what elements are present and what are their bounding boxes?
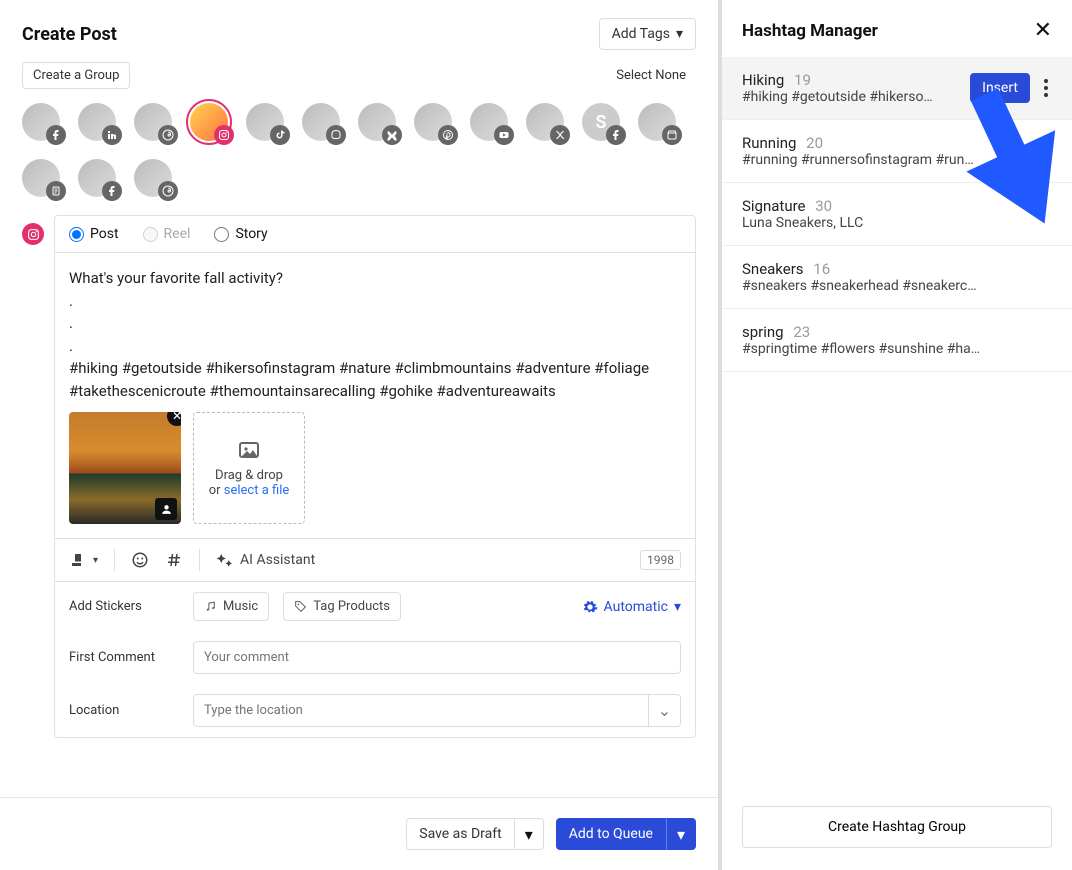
account-gmb[interactable] <box>638 103 676 141</box>
account-threads[interactable] <box>134 103 172 141</box>
automatic-toggle[interactable]: Automatic ▾ <box>582 599 681 615</box>
account-instagram[interactable] <box>190 103 228 141</box>
hashtag-group-signature[interactable]: Signature 30Luna Sneakers, LLC <box>722 183 1072 246</box>
account-pinterest[interactable] <box>414 103 452 141</box>
hashtag-group-sneakers[interactable]: Sneakers 16#sneakers #sneakerhead #sneak… <box>722 246 1072 309</box>
stickers-label: Add Stickers <box>69 599 179 614</box>
tag-people-icon[interactable] <box>155 498 177 520</box>
image-icon <box>237 438 261 462</box>
account-threads[interactable] <box>134 159 172 197</box>
hashtag-group-running[interactable]: Running 20#running #runnersofinstagram #… <box>722 120 1072 183</box>
location-label: Location <box>69 703 179 718</box>
page-icon <box>46 181 66 201</box>
instagram-icon <box>214 125 234 145</box>
mastodon-icon <box>326 125 346 145</box>
chevron-down-icon: ▾ <box>674 599 681 615</box>
emoji-button[interactable] <box>131 551 149 569</box>
threads-icon <box>158 181 178 201</box>
hashtag-manager-title: Hashtag Manager <box>742 21 878 41</box>
hashtag-group-hiking[interactable]: Hiking 19#hiking #getoutside #hikerso…In… <box>722 57 1072 120</box>
tag-products-chip[interactable]: Tag Products <box>283 592 401 621</box>
post-type-tabs: Post Reel Story <box>55 216 695 253</box>
post-type-story[interactable]: Story <box>214 226 267 242</box>
account-facebook[interactable]: S <box>582 103 620 141</box>
create-group-button[interactable]: Create a Group <box>22 62 130 89</box>
insert-button[interactable]: Insert <box>970 73 1030 103</box>
youtube-icon <box>494 125 514 145</box>
close-button[interactable]: ✕ <box>1034 18 1052 43</box>
add-to-queue-button[interactable]: Add to Queue <box>556 818 666 850</box>
account-page[interactable] <box>22 159 60 197</box>
char-count: 1998 <box>640 550 681 570</box>
account-linkedin[interactable] <box>78 103 116 141</box>
pinterest-icon <box>438 125 458 145</box>
select-none-button[interactable]: Select None <box>606 63 696 88</box>
account-facebook[interactable] <box>22 103 60 141</box>
add-tags-label: Add Tags <box>612 26 670 42</box>
hashtag-group-spring[interactable]: spring 23#springtime #flowers #sunshine … <box>722 309 1072 372</box>
gmb-icon <box>662 125 682 145</box>
location-input[interactable] <box>193 694 649 727</box>
save-draft-caret[interactable]: ▾ <box>515 818 544 850</box>
add-to-queue-caret[interactable]: ▾ <box>666 818 696 850</box>
account-bluesky[interactable] <box>358 103 396 141</box>
media-picker-button[interactable]: ▾ <box>69 551 98 569</box>
kebab-menu-icon[interactable] <box>1040 75 1052 101</box>
ai-assistant-button[interactable]: AI Assistant <box>216 551 315 569</box>
hashtag-button[interactable] <box>165 551 183 569</box>
select-file-link[interactable]: select a file <box>224 483 290 498</box>
location-dropdown-button[interactable]: ⌄ <box>649 694 681 727</box>
post-type-reel[interactable]: Reel <box>143 226 191 242</box>
add-tags-button[interactable]: Add Tags ▾ <box>599 18 696 50</box>
instagram-indicator-icon <box>22 223 44 245</box>
music-chip[interactable]: Music <box>193 592 269 621</box>
facebook-icon <box>46 125 66 145</box>
chevron-down-icon: ▾ <box>676 26 683 42</box>
account-facebook[interactable] <box>78 159 116 197</box>
first-comment-input[interactable] <box>193 641 681 674</box>
x-icon <box>550 125 570 145</box>
bluesky-icon <box>382 125 402 145</box>
account-tiktok[interactable] <box>246 103 284 141</box>
first-comment-label: First Comment <box>69 650 179 665</box>
facebook-icon <box>102 181 122 201</box>
facebook-icon <box>606 125 626 145</box>
remove-media-button[interactable]: ✕ <box>167 412 181 426</box>
threads-icon <box>158 125 178 145</box>
tiktok-icon <box>270 125 290 145</box>
media-thumbnail[interactable]: ✕ <box>69 412 181 524</box>
account-youtube[interactable] <box>470 103 508 141</box>
compose-textarea[interactable]: What's your favorite fall activity? . . … <box>55 253 695 412</box>
linkedin-icon <box>102 125 122 145</box>
account-x[interactable] <box>526 103 564 141</box>
accounts-row: S <box>0 89 718 205</box>
save-draft-button[interactable]: Save as Draft <box>406 818 514 850</box>
create-hashtag-group-button[interactable]: Create Hashtag Group <box>742 806 1052 848</box>
page-title: Create Post <box>22 24 117 45</box>
media-dropzone[interactable]: Drag & dropor select a file <box>193 412 305 524</box>
account-mastodon[interactable] <box>302 103 340 141</box>
post-type-post[interactable]: Post <box>69 226 119 242</box>
hashtag-group-list: Hiking 19#hiking #getoutside #hikerso…In… <box>722 57 1072 790</box>
